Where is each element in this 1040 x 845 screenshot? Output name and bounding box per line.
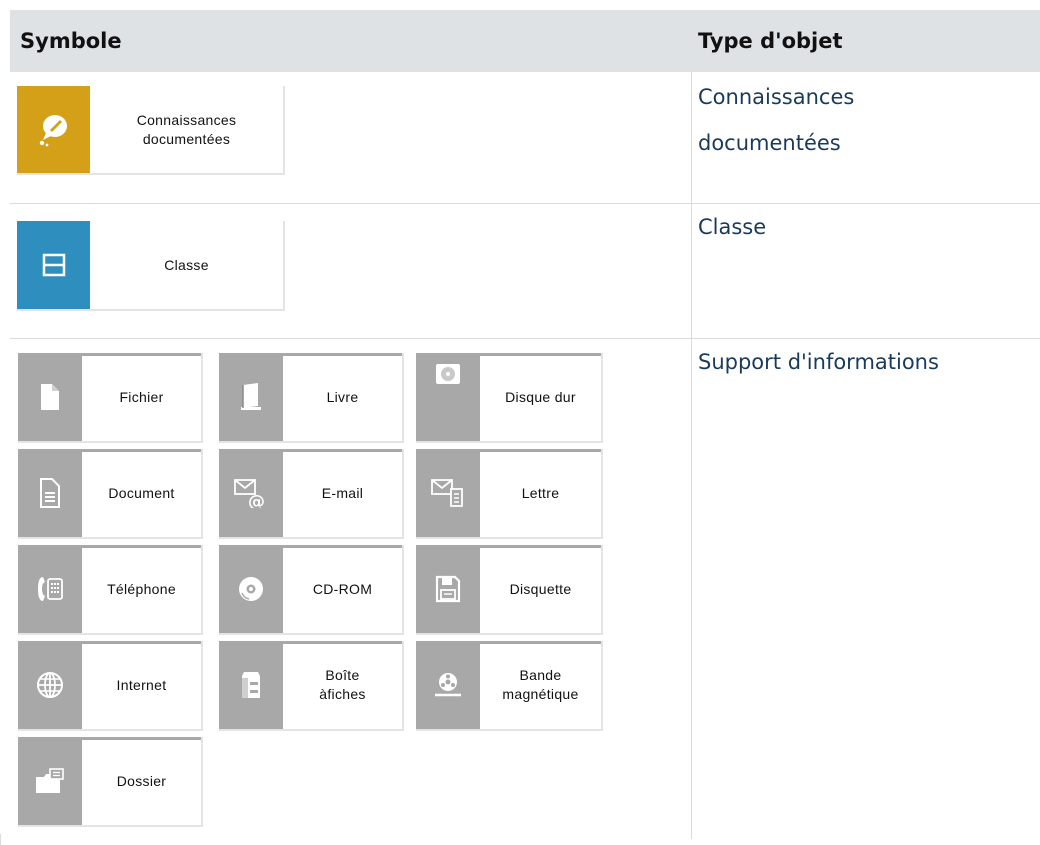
symbol-magnetic-tape: Bande magnétique (416, 641, 603, 731)
type-class: Classe (698, 215, 767, 239)
symbol-label: Livre (326, 388, 359, 405)
globe-icon (37, 672, 63, 698)
symbol-document: Document (18, 449, 203, 539)
symbol-class: Classe (17, 221, 285, 311)
symbol-band (17, 221, 90, 309)
symbol-hard-disk: Disque dur (416, 353, 603, 443)
column-divider (691, 339, 692, 839)
symbol-label: Document (108, 484, 175, 501)
object-type-table: Symbole Type d'objet Connaissances docume… (10, 10, 1040, 839)
symbol-label: Classe (164, 256, 209, 273)
email-icon: @ (234, 479, 265, 508)
symbol-file: Fichier (18, 353, 203, 443)
symbol-floppy: Disquette (416, 545, 603, 635)
symbol-documented-knowledge: Connaissances documentées (17, 86, 285, 175)
table-row: Classe Classe (10, 204, 1040, 339)
bulb-icon (39, 114, 67, 146)
header-type: Type d'objet (698, 29, 843, 53)
tape-icon (435, 673, 461, 697)
table-row: Support d'informations Fichier Livre Dis… (10, 339, 1040, 839)
symbol-letter: Lettre (416, 449, 603, 539)
symbol-label: Fichier (119, 388, 164, 405)
symbol-telephone: Téléphone (18, 545, 203, 635)
table-header: Symbole Type d'objet (10, 10, 1040, 72)
symbol-label: Téléphone (107, 580, 176, 597)
symbol-label: E-mail (321, 484, 364, 501)
document-icon (40, 478, 60, 508)
symbol-cdrom: CD-ROM (219, 545, 404, 635)
telephone-icon (38, 577, 63, 601)
book-icon (241, 383, 261, 410)
type-information-carrier: Support d'informations (698, 350, 939, 374)
column-divider (691, 72, 692, 203)
symbol-label: Dossier (116, 772, 167, 789)
table-left-edge (0, 834, 1, 845)
folder-icon (36, 768, 64, 793)
class-icon (42, 253, 65, 277)
hard-disk-icon (436, 364, 460, 384)
card-box-icon (242, 672, 260, 698)
symbol-label: Internet (116, 676, 167, 693)
floppy-icon (435, 575, 461, 603)
symbol-label: Boîte àfiches (319, 667, 366, 702)
symbol-folder: Dossier (18, 737, 203, 827)
symbol-internet: Internet (18, 641, 203, 731)
symbol-label: Disquette (509, 580, 572, 597)
symbol-card-box: Boîte àfiches (219, 641, 404, 731)
symbol-label: Disque dur (505, 388, 576, 405)
cdrom-icon (239, 577, 263, 601)
symbol-book: Livre (219, 353, 404, 443)
header-symbol: Symbole (20, 29, 122, 53)
symbol-label: Bande magnétique (502, 667, 579, 702)
symbol-label: Connaissances documentées (136, 111, 237, 147)
column-divider (691, 204, 692, 338)
letter-icon (431, 479, 463, 507)
type-documented-knowledge: Connaissances documentées (698, 85, 855, 155)
symbol-email: @ E-mail (219, 449, 404, 539)
symbol-label: CD-ROM (312, 580, 373, 597)
file-icon (41, 384, 59, 410)
symbol-band (17, 86, 90, 173)
table-row: Connaissances documentées Connaissances do… (10, 72, 1040, 204)
svg-text:@: @ (248, 492, 265, 508)
symbol-label: Lettre (521, 484, 560, 501)
